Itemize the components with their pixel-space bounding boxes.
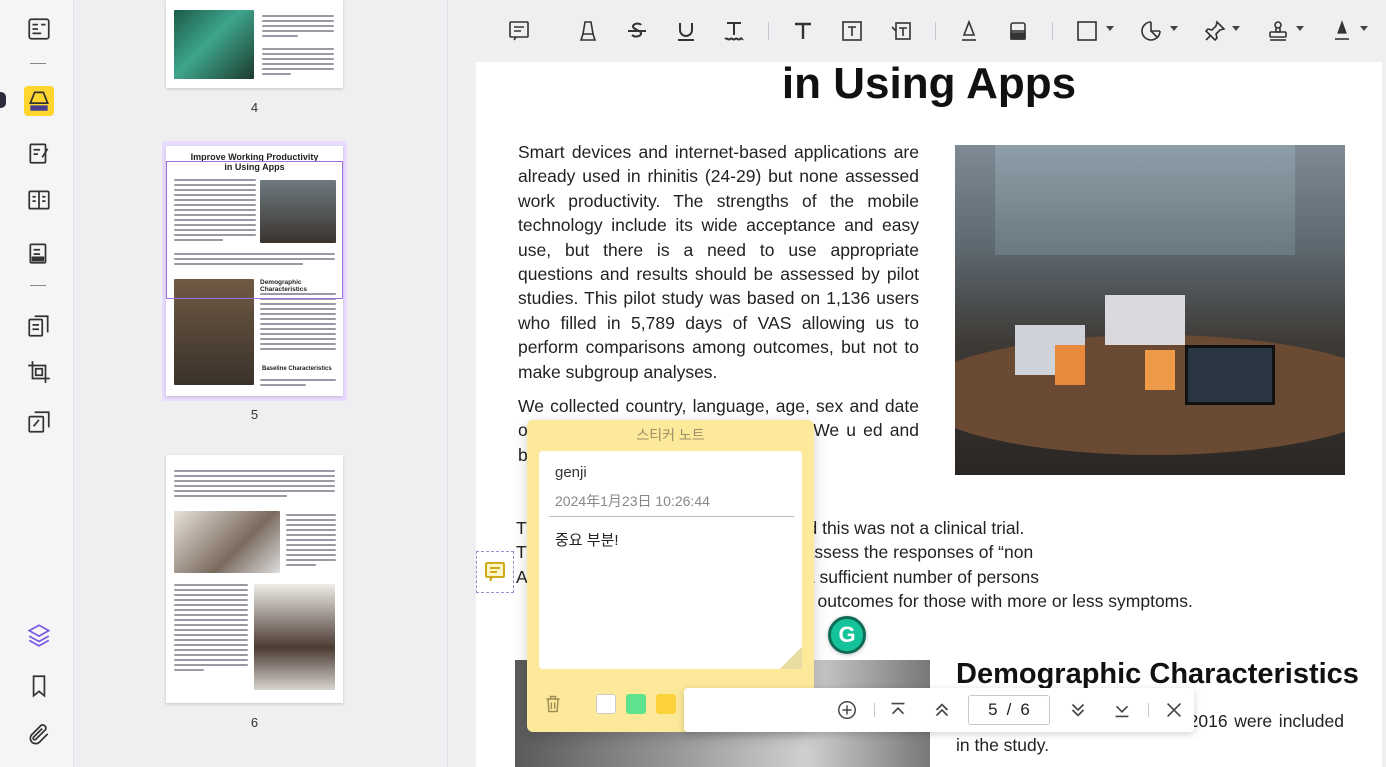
thumbnail-page-number: 5 <box>250 407 259 422</box>
close-icon[interactable] <box>1162 698 1186 722</box>
photo-gift-bag <box>1145 350 1175 390</box>
page-number-input[interactable]: 5 / 6 <box>968 695 1050 725</box>
layers-icon[interactable] <box>24 620 54 650</box>
next-page-icon[interactable] <box>1066 698 1090 722</box>
crop-icon[interactable] <box>24 357 54 387</box>
grammarly-button[interactable]: G <box>828 616 866 654</box>
total-page-number: 6 <box>1020 700 1030 719</box>
rail-active-indicator <box>0 92 6 108</box>
thumbnail-page-4[interactable] <box>166 0 343 88</box>
highlight-icon[interactable] <box>573 16 603 46</box>
sticky-note-author: genji <box>555 464 587 481</box>
sticky-note-text[interactable]: 중요 부분! <box>555 529 619 550</box>
photo-window-area <box>995 145 1295 255</box>
annotation-toolbar <box>448 0 1386 62</box>
section-heading: Demographic Characteristics <box>956 658 1359 690</box>
color-swatch-green[interactable] <box>626 694 646 714</box>
body-paragraph: Smart devices and internet-based applica… <box>518 142 919 382</box>
zoom-in-icon[interactable] <box>835 698 859 722</box>
pencil-icon[interactable] <box>954 16 984 46</box>
shape-icon[interactable] <box>1072 16 1102 46</box>
photo-gift-bag <box>1055 345 1085 385</box>
pin-icon[interactable] <box>1200 16 1230 46</box>
strikethrough-icon[interactable] <box>622 16 652 46</box>
photo-laptop <box>1105 295 1185 345</box>
sticky-note-body[interactable]: genji 2024年1月23日 10:26:44 중요 부분! <box>539 451 802 669</box>
thumbnail-text-lines <box>174 467 335 500</box>
toolbar-divider <box>768 22 769 40</box>
note-icon[interactable] <box>504 16 534 46</box>
thumbnail-text-lines <box>262 12 334 78</box>
note-icon <box>485 562 505 582</box>
toolbar-divider <box>1052 22 1053 40</box>
sticker-icon[interactable] <box>1136 16 1166 46</box>
sticker-dropdown-caret[interactable] <box>1170 26 1178 31</box>
text-field-icon[interactable] <box>837 16 867 46</box>
navigator-divider <box>874 703 875 717</box>
eraser-icon[interactable] <box>1003 16 1033 46</box>
thumbnail-page-number: 4 <box>250 100 259 115</box>
sticky-note-corner-fold <box>780 647 802 669</box>
thumbnail-panel: 4 Improve Working Productivity in Using … <box>74 0 448 767</box>
toolbar-divider <box>935 22 936 40</box>
sticky-note-title: 스티커 노트 <box>636 427 705 443</box>
thumbnail-image <box>174 511 280 573</box>
rail-divider <box>30 63 46 64</box>
attachment-icon[interactable] <box>24 720 54 750</box>
sticky-note-anchor[interactable] <box>476 551 514 593</box>
sticky-note-date: 2024年1月23日 10:26:44 <box>555 493 710 509</box>
thumbnail-page-number: 6 <box>250 715 259 730</box>
thumbnail-page-6[interactable] <box>166 455 343 703</box>
thumbnail-text-lines <box>260 376 336 389</box>
convert-tools-icon[interactable] <box>24 407 54 437</box>
meeting-photo <box>955 145 1345 475</box>
thumbnail-text-lines <box>174 581 248 674</box>
first-page-icon[interactable] <box>886 698 910 722</box>
callout-icon[interactable] <box>886 16 916 46</box>
pin-dropdown-caret[interactable] <box>1232 26 1240 31</box>
comment-mode-icon[interactable] <box>24 86 54 116</box>
shape-dropdown-caret[interactable] <box>1106 26 1114 31</box>
color-swatch-yellow[interactable] <box>656 694 676 714</box>
signature-dropdown-caret[interactable] <box>1360 26 1368 31</box>
text-box-icon[interactable] <box>788 16 818 46</box>
thumbnail-text-lines <box>286 511 336 569</box>
photo-laptop <box>1185 345 1275 405</box>
stamp-icon[interactable] <box>1263 16 1293 46</box>
page-navigator: 5 / 6 <box>684 688 1194 732</box>
bookmark-icon[interactable] <box>24 671 54 701</box>
thumbnail-heading: Baseline Characteristics <box>262 366 332 372</box>
page-layout-icon[interactable] <box>24 185 54 215</box>
edit-pdf-icon[interactable] <box>24 138 54 168</box>
previous-page-icon[interactable] <box>930 698 954 722</box>
page-separator: / <box>1006 700 1012 719</box>
form-edit-icon[interactable] <box>24 238 54 268</box>
thumbnail-image <box>174 10 254 79</box>
sticky-note-popup[interactable]: 스티커 노트 genji 2024年1月23日 10:26:44 중요 부분! <box>527 420 814 732</box>
color-swatch-white[interactable] <box>596 694 616 714</box>
signature-icon[interactable] <box>1327 16 1357 46</box>
rail-divider <box>30 285 46 286</box>
last-page-icon[interactable] <box>1110 698 1134 722</box>
sticky-note-divider <box>549 516 794 517</box>
left-tool-rail <box>0 0 74 767</box>
underline-icon[interactable] <box>671 16 701 46</box>
page-title: in Using Apps <box>781 62 1077 108</box>
reader-mode-icon[interactable] <box>24 14 54 44</box>
navigator-divider <box>1148 703 1149 717</box>
thumbnail-visible-region <box>166 161 343 299</box>
thumbnail-text-lines <box>260 290 336 353</box>
organize-pages-icon[interactable] <box>24 311 54 341</box>
trash-icon[interactable] <box>543 694 565 716</box>
stamp-dropdown-caret[interactable] <box>1296 26 1304 31</box>
current-page-number: 5 <box>988 700 998 719</box>
squiggly-underline-icon[interactable] <box>719 16 749 46</box>
thumbnail-image <box>254 584 335 690</box>
